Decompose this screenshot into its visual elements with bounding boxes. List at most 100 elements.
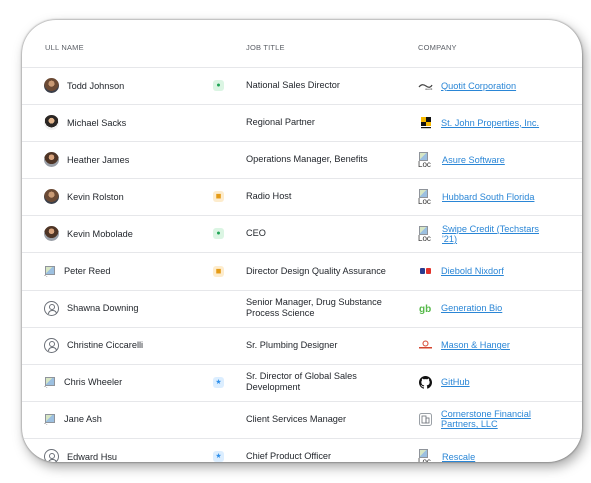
company-cell: gb Generation Bio xyxy=(418,290,582,327)
person-name[interactable]: Kevin Mobolade xyxy=(67,229,133,239)
broken-image-icon: Loc xyxy=(418,448,434,463)
name-cell: Edward Hsu xyxy=(44,438,117,462)
company-cell: St. John Properties, Inc. xyxy=(418,104,582,141)
company-cell: Loc Hubbard South Florida xyxy=(418,178,582,215)
avatar xyxy=(44,412,56,427)
header-full-name[interactable]: ULL NAME xyxy=(45,43,84,52)
name-cell: Shawna Downing xyxy=(44,290,139,327)
job-title: Client Services Manager xyxy=(246,413,347,424)
table-row[interactable]: Shawna Downing Senior Manager, Drug Subst… xyxy=(22,290,582,328)
person-icon: ● xyxy=(213,228,224,240)
default-avatar-icon xyxy=(44,300,59,316)
company-link[interactable]: Diebold Nixdorf xyxy=(441,266,504,276)
stjohn-logo-icon xyxy=(418,115,433,130)
broken-image-icon: Loc xyxy=(418,188,434,206)
star-icon: ★ xyxy=(213,451,224,462)
company-cell: Loc Asure Software xyxy=(418,141,582,178)
name-cell: Todd Johnson xyxy=(44,67,124,104)
company-cell: Mason & Hanger xyxy=(418,327,582,364)
broken-image-icon: Loc xyxy=(418,151,434,169)
job-title: Senior Manager, Drug Substance Process S… xyxy=(246,297,382,319)
company-link[interactable]: Cornerstone Financial Partners, LLC xyxy=(441,409,541,429)
job-title: Radio Host xyxy=(246,191,292,202)
svg-text:quotit: quotit xyxy=(425,87,433,90)
avatar xyxy=(44,115,59,131)
star-icon: ★ xyxy=(213,376,224,388)
masonhanger-logo-icon xyxy=(418,338,433,353)
table-row[interactable]: Christine Ciccarelli Sr. Plumbing Designe… xyxy=(22,327,582,365)
company-link[interactable]: Generation Bio xyxy=(441,303,502,313)
logo-alt-text: Loc xyxy=(418,456,431,463)
table-row[interactable]: Todd Johnson ● National Sales Director quot… xyxy=(22,67,582,105)
table-row[interactable]: Edward Hsu ★ Chief Product Officer Loc Resca… xyxy=(22,438,582,462)
people-table-card: ULL NAME JOB TITLE COMPANY Todd Johnson ●… xyxy=(22,20,582,462)
generationbio-logo-icon: gb xyxy=(418,301,433,316)
person-name[interactable]: Christine Ciccarelli xyxy=(67,340,143,350)
person-name[interactable]: Michael Sacks xyxy=(67,118,126,128)
company-link[interactable]: Swipe Credit (Techstars '21) xyxy=(442,224,542,244)
table-row[interactable]: Chris Wheeler ★ Sr. Director of Global Sal… xyxy=(22,364,582,402)
person-name[interactable]: Kevin Rolston xyxy=(67,192,124,202)
company-link[interactable]: Asure Software xyxy=(442,155,505,165)
broken-image-icon: Loc xyxy=(418,225,434,243)
name-cell: Jane Ash xyxy=(44,401,102,438)
company-link[interactable]: GitHub xyxy=(441,377,470,387)
company-cell: Loc Rescale xyxy=(418,438,582,462)
company-cell: Diebold Nixdorf xyxy=(418,253,582,290)
name-cell: Michael Sacks xyxy=(44,104,126,141)
default-avatar-icon xyxy=(44,337,59,353)
name-cell: Kevin Rolston xyxy=(44,178,124,215)
name-cell: Heather James xyxy=(44,141,129,178)
diebold-logo-icon xyxy=(418,264,433,279)
job-title: CEO xyxy=(246,228,266,239)
table-row[interactable]: Peter Reed ◼ Director Design Quality Assur… xyxy=(22,253,582,291)
name-cell: Christine Ciccarelli xyxy=(44,327,143,364)
table-row[interactable]: Kevin Rolston ◼ Radio Host Loc Hubbard South… xyxy=(22,178,582,217)
logo-alt-text: Loc xyxy=(418,196,431,206)
company-cell: quotit Quotit Corporation xyxy=(418,67,582,104)
building-logo-icon xyxy=(418,412,433,427)
table-row[interactable]: Heather James Operations Manager, Benefit… xyxy=(22,141,582,180)
person-name[interactable]: Heather James xyxy=(67,155,129,165)
person-name[interactable]: Jane Ash xyxy=(64,414,102,424)
note-icon: ◼ xyxy=(213,265,224,277)
avatar xyxy=(44,152,59,168)
person-name[interactable]: Edward Hsu xyxy=(67,452,117,462)
avatar xyxy=(44,375,56,390)
logo-alt-text: Loc xyxy=(418,159,431,169)
table-row[interactable]: Jane Ash Client Services Manager Cornersto… xyxy=(22,401,582,439)
github-logo-icon xyxy=(418,375,433,390)
company-cell: Loc Swipe Credit (Techstars '21) xyxy=(418,215,582,252)
job-title: Chief Product Officer xyxy=(246,451,332,461)
table-row[interactable]: Kevin Mobolade ● CEO Loc Swipe Credit (Techs… xyxy=(22,215,582,254)
note-icon: ◼ xyxy=(213,191,224,203)
table-row[interactable]: Michael Sacks Regional Partner St. John Pr… xyxy=(22,104,582,143)
table-header: ULL NAME JOB TITLE COMPANY xyxy=(22,20,582,68)
avatar xyxy=(44,78,59,93)
company-link[interactable]: Quotit Corporation xyxy=(441,81,516,91)
company-link[interactable]: Mason & Hanger xyxy=(441,340,510,350)
company-cell: GitHub xyxy=(418,364,582,401)
avatar xyxy=(44,226,59,242)
logo-alt-text: Loc xyxy=(418,233,431,243)
avatar xyxy=(44,264,56,279)
job-title: National Sales Director xyxy=(246,80,340,90)
job-title: Sr. Plumbing Designer xyxy=(246,339,338,350)
person-name[interactable]: Todd Johnson xyxy=(67,81,124,91)
name-cell: Peter Reed xyxy=(44,253,110,290)
company-link[interactable]: Hubbard South Florida xyxy=(442,192,534,202)
person-icon: ● xyxy=(213,80,224,91)
name-cell: Kevin Mobolade xyxy=(44,215,133,252)
job-title: Director Design Quality Assurance xyxy=(246,265,386,276)
person-name[interactable]: Peter Reed xyxy=(64,266,110,276)
company-cell: Cornerstone Financial Partners, LLC xyxy=(418,401,582,438)
header-company[interactable]: COMPANY xyxy=(418,43,457,52)
company-link[interactable]: Rescale xyxy=(442,452,475,462)
company-link[interactable]: St. John Properties, Inc. xyxy=(441,118,539,128)
person-name[interactable]: Chris Wheeler xyxy=(64,377,122,387)
header-job-title[interactable]: JOB TITLE xyxy=(246,43,285,52)
svg-text:gb: gb xyxy=(419,304,431,314)
job-title: Operations Manager, Benefits xyxy=(246,154,368,165)
person-name[interactable]: Shawna Downing xyxy=(67,303,139,313)
name-cell: Chris Wheeler xyxy=(44,364,122,401)
